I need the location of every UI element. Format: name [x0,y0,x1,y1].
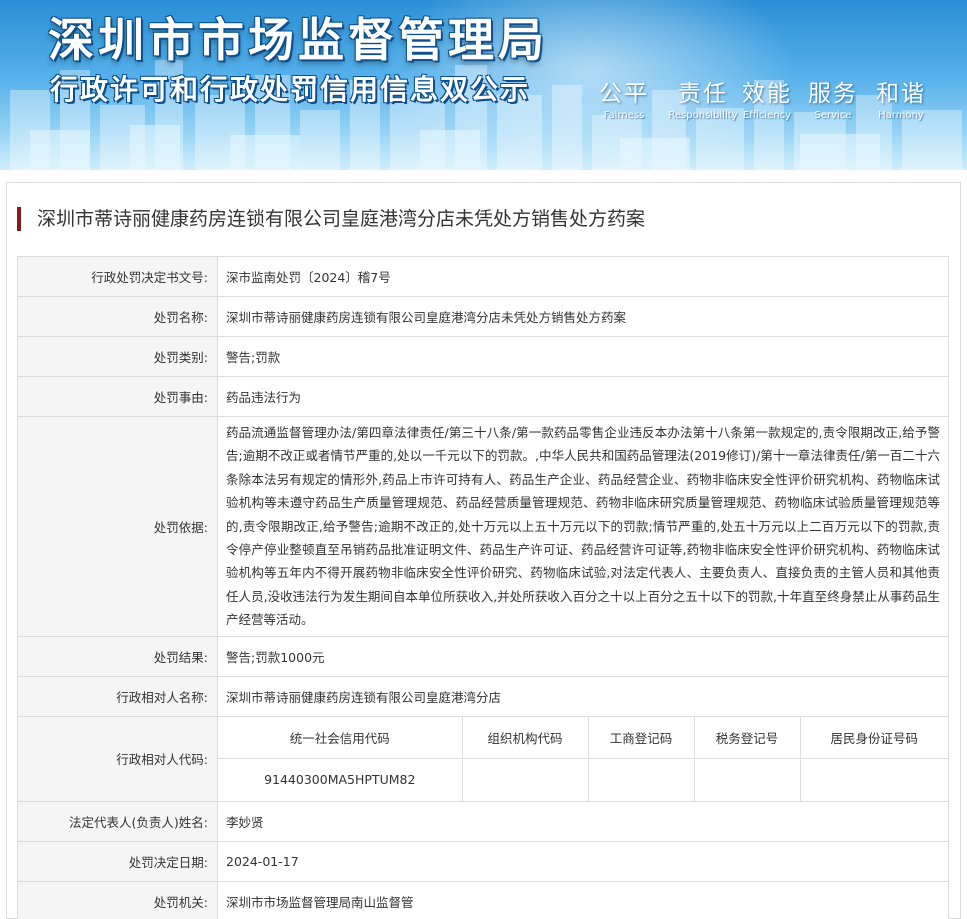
slogan-en: Harmony [878,110,924,121]
field-label: 行政相对人代码: [17,715,218,802]
code-header: 工商登记码 [587,716,694,760]
slogan-zh: 服务 [808,81,858,107]
code-header: 税务登记号 [693,716,800,760]
party-code-cell: 统一社会信用代码 组织机构代码 工商登记码 税务登记号 居民身份证号码 9144… [217,715,949,802]
table-row-decision-no: 行政处罚决定书文号: 深市监南处罚〔2024〕稽7号 [17,256,949,297]
site-title: 深圳市市场监督管理局 [48,13,548,67]
code-header: 组织机构代码 [461,716,588,760]
business-reg-value [587,758,694,801]
slogan-en: Service [814,110,852,121]
authority-value: 深圳市市场监督管理局南山监督管 [217,880,949,919]
slogan-en: Efficiency [742,110,792,121]
field-label: 处罚机关: [17,880,218,919]
decision-date-value: 2024-01-17 [217,840,949,882]
party-name-value: 深圳市蒂诗丽健康药房连锁有限公司皇庭港湾分店 [217,675,949,717]
org-code-value [461,758,588,801]
legal-rep-value: 李妙贤 [217,800,949,842]
site-subtitle: 行政许可和行政处罚信用信息双公示 [50,73,531,106]
field-label: 处罚结果: [17,635,218,677]
table-row-penalty-reason: 处罚事由: 药品违法行为 [17,376,949,417]
field-label: 处罚类别: [17,336,218,377]
field-label: 行政相对人名称: [17,675,218,717]
slogan-fairness: 公平 Fairness [596,74,652,121]
table-row-legal-rep: 法定代表人(负责人)姓名: 李妙贤 [17,800,949,842]
title-accent-bar [17,207,21,231]
penalty-name-value: 深圳市蒂诗丽健康药房连锁有限公司皇庭港湾分店未凭处方销售处方药案 [217,296,949,337]
header-banner: 深圳市市场监督管理局 行政许可和行政处罚信用信息双公示 公平 Fairness … [0,0,967,170]
slogan-harmony: 和谐 Harmony [870,74,932,121]
table-row-decision-date: 处罚决定日期: 2024-01-17 [17,840,949,882]
penalty-info-table: 行政处罚决定书文号: 深市监南处罚〔2024〕稽7号 处罚名称: 深圳市蒂诗丽健… [17,256,949,919]
slogan-zh: 效能 [742,81,792,107]
decision-number-value: 深市监南处罚〔2024〕稽7号 [217,256,949,297]
field-label: 处罚决定日期: [17,840,218,882]
slogan-en: Fairness [603,110,645,121]
slogan-en: Responsibility [668,110,738,121]
credit-code-value: 91440300MA5HPTUM82 [264,772,416,788]
code-header-row: 统一社会信用代码 组织机构代码 工商登记码 税务登记号 居民身份证号码 [218,716,948,760]
field-label: 法定代表人(负责人)姓名: [17,800,218,842]
id-number-value [799,758,948,801]
tax-reg-value [693,758,800,801]
page-title: 深圳市蒂诗丽健康药房连锁有限公司皇庭港湾分店未凭处方销售处方药案 [37,208,646,230]
field-label: 处罚事由: [17,376,218,417]
field-label: 行政处罚决定书文号: [17,256,218,297]
slogan-efficiency: 效能 Efficiency [736,74,798,121]
table-row-party-name: 行政相对人名称: 深圳市蒂诗丽健康药房连锁有限公司皇庭港湾分店 [17,675,949,717]
penalty-basis-value: 药品流通监督管理办法/第四章法律责任/第三十八条/第一款药品零售企业违反本办法第… [217,416,949,637]
slogan-zh: 和谐 [876,81,926,107]
slogan-service: 服务 Service [804,74,862,121]
table-row-penalty-name: 处罚名称: 深圳市蒂诗丽健康药房连锁有限公司皇庭港湾分店未凭处方销售处方药案 [17,296,949,337]
table-row-penalty-basis: 处罚依据: 药品流通监督管理办法/第四章法律责任/第三十八条/第一款药品零售企业… [17,416,949,637]
table-row-penalty-result: 处罚结果: 警告;罚款1000元 [17,635,949,677]
content-panel: 深圳市蒂诗丽健康药房连锁有限公司皇庭港湾分店未凭处方销售处方药案 行政处罚决定书… [6,182,961,919]
code-value-row: 91440300MA5HPTUM82 [218,758,948,801]
field-label: 处罚依据: [17,416,218,637]
table-row-authority: 处罚机关: 深圳市市场监督管理局南山监督管 [17,880,949,919]
table-row-penalty-type: 处罚类别: 警告;罚款 [17,336,949,377]
slogan-responsibility: 责任 Responsibility [658,74,748,121]
slogan-group: 公平 Fairness 责任 Responsibility 效能 Efficie… [596,74,936,124]
penalty-result-value: 警告;罚款1000元 [217,635,949,677]
slogan-zh: 公平 [599,81,649,107]
party-code-table: 统一社会信用代码 组织机构代码 工商登记码 税务登记号 居民身份证号码 9144… [218,716,948,801]
field-label: 处罚名称: [17,296,218,337]
code-header: 统一社会信用代码 [218,716,462,760]
code-header: 居民身份证号码 [799,716,948,760]
slogan-zh: 责任 [678,81,728,107]
penalty-type-value: 警告;罚款 [217,336,949,377]
penalty-reason-value: 药品违法行为 [217,376,949,417]
table-row-party-code: 行政相对人代码: 统一社会信用代码 组织机构代码 工商登记码 税务登记号 居民身… [17,715,949,802]
